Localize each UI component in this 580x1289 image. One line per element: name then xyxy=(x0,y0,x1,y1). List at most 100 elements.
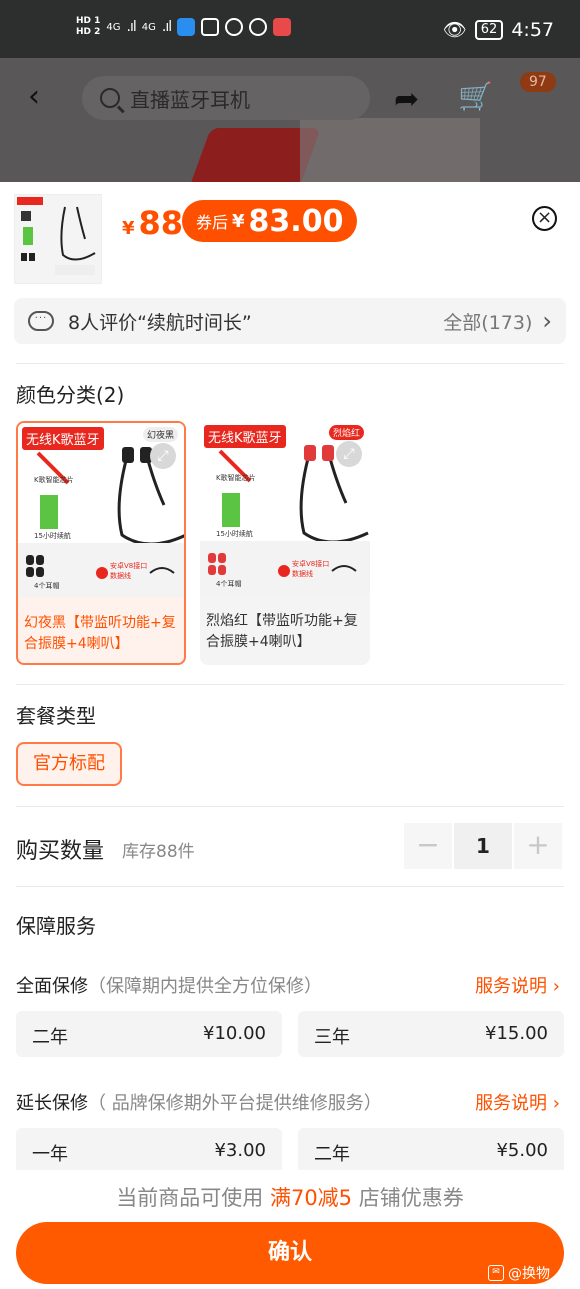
divider xyxy=(16,886,564,887)
quantity-stepper: − 1 + xyxy=(404,823,564,869)
thumbnail-graphic xyxy=(17,197,96,275)
share-icon[interactable]: ➦ xyxy=(394,82,419,117)
confirm-button[interactable]: 确认 xyxy=(16,1222,564,1284)
status-bar: HD 1 HD 2 4G .ıl 4G .ıl 👁 62 4:57 xyxy=(0,0,580,58)
price: ¥88 xyxy=(122,204,183,242)
price-value: 88 xyxy=(138,204,184,242)
cart-icon[interactable]: 🛒 xyxy=(458,80,493,113)
back-arrow-icon[interactable]: ‹ xyxy=(28,82,58,112)
option-name: 二年 xyxy=(314,1144,350,1165)
service-option[interactable]: 一年 ¥3.00 xyxy=(16,1128,282,1174)
service-desc: （ 品牌保修期外平台提供维修服务） xyxy=(88,1093,382,1114)
coupon-price-pill: 券后 ¥ 83.00 xyxy=(182,200,358,242)
watermark-text: @换物 xyxy=(508,1266,550,1282)
chevron-right-icon: › xyxy=(552,1093,560,1114)
service-info-link[interactable]: 服务说明 › xyxy=(475,1089,560,1115)
variant-caption: 幻夜黑【带监听功能+复合振膜+4喇叭】 xyxy=(24,615,176,652)
service-option[interactable]: 二年 ¥10.00 xyxy=(16,1011,282,1057)
coupon-note-pre: 当前商品可使用 xyxy=(116,1186,270,1210)
service-section-title: 保障服务 xyxy=(16,914,96,938)
variant-tag: 无线K歌蓝牙 xyxy=(22,427,104,450)
coupon-note-highlight: 满70减5 xyxy=(269,1186,353,1210)
status-left: HD 1 HD 2 4G .ıl 4G .ıl xyxy=(76,16,292,38)
coupon-price: 83.00 xyxy=(248,203,344,239)
alipay-icon xyxy=(201,18,220,36)
app-icon xyxy=(225,18,244,36)
divider xyxy=(16,363,564,364)
net2-label: 4G xyxy=(141,21,156,33)
mini-label-battery: 15小时续航 xyxy=(34,532,71,540)
coupon-note-post: 店铺优惠券 xyxy=(352,1186,464,1210)
divider xyxy=(16,806,564,807)
search-bar[interactable]: 直播蓝牙耳机 xyxy=(82,76,370,120)
cart-badge: 97 xyxy=(520,72,556,92)
app-notification-icon xyxy=(177,18,196,36)
option-name: 二年 xyxy=(32,1027,68,1048)
color-section-title: 颜色分类(2) xyxy=(16,383,125,407)
review-summary[interactable]: ··· 8人评价“续航时间长” 全部(173) › xyxy=(14,298,566,344)
option-price: ¥10.00 xyxy=(203,1023,266,1044)
variant-tag: 无线K歌蓝牙 xyxy=(204,425,286,448)
price-currency: ¥ xyxy=(122,218,135,239)
product-image-backdrop-2 xyxy=(300,118,480,182)
mini-label-chip: K歌智能芯片 xyxy=(34,476,74,484)
close-icon[interactable]: × xyxy=(532,206,557,231)
option-name: 一年 xyxy=(32,1144,68,1165)
increment-button[interactable]: + xyxy=(514,823,562,869)
eye-icon: 👁 xyxy=(442,19,467,41)
option-price: ¥15.00 xyxy=(485,1023,548,1044)
mini-label-chip: K歌智能芯片 xyxy=(216,474,256,482)
service-option[interactable]: 二年 ¥5.00 xyxy=(298,1128,564,1174)
sku-sheet: ¥88 券后 ¥ 83.00 × ··· 8人评价“续航时间长” 全部(173)… xyxy=(0,182,580,1289)
search-icon xyxy=(100,88,120,108)
product-thumbnail[interactable] xyxy=(14,194,102,284)
divider xyxy=(16,684,564,685)
package-section-title: 套餐类型 xyxy=(16,704,96,728)
app-icon-3 xyxy=(273,18,292,36)
review-text: 8人评价“续航时间长” xyxy=(68,311,252,334)
search-placeholder: 直播蓝牙耳机 xyxy=(130,87,250,112)
signal-icon: .ıl xyxy=(126,19,137,35)
service-name: 全面保修 xyxy=(16,976,88,997)
service-row-title: 全面保修（保障期内提供全方位保修） xyxy=(16,972,322,998)
expand-icon[interactable]: ⤢ xyxy=(336,441,362,467)
service-info-link[interactable]: 服务说明 › xyxy=(475,972,560,998)
coupon-currency: ¥ xyxy=(232,210,245,232)
watermark: ✉ @换物 xyxy=(488,1263,550,1283)
net1-label: 4G xyxy=(106,21,121,33)
variant-black[interactable]: 无线K歌蓝牙 幻夜黑 ⤢ K歌智能芯片 15小时续航 4个耳帽 安卓V8接口数据… xyxy=(16,421,186,665)
option-price: ¥5.00 xyxy=(496,1140,548,1161)
quantity-value[interactable]: 1 xyxy=(454,823,512,869)
variant-corner-label: 幻夜黑 xyxy=(142,427,178,442)
chevron-right-icon: › xyxy=(552,976,560,997)
option-name: 三年 xyxy=(314,1027,350,1048)
watermark-logo-icon: ✉ xyxy=(488,1265,504,1281)
service-link-label: 服务说明 xyxy=(475,1093,548,1114)
battery-icon: 62 xyxy=(474,19,504,40)
service-desc: （保障期内提供全方位保修） xyxy=(88,976,322,997)
variant-caption: 烈焰红【带监听功能+复合振膜+4喇叭】 xyxy=(206,613,358,650)
stock-label: 库存88件 xyxy=(122,842,195,862)
app-icon-2 xyxy=(249,18,268,36)
service-link-label: 服务说明 xyxy=(475,976,548,997)
expand-icon[interactable]: ⤢ xyxy=(150,443,176,469)
hd1-label: HD 1 xyxy=(76,16,101,26)
hd-indicator: HD 1 HD 2 xyxy=(76,16,100,38)
quantity-title: 购买数量 xyxy=(16,839,105,864)
option-price: ¥3.00 xyxy=(214,1140,266,1161)
variant-red[interactable]: 无线K歌蓝牙 烈焰红 ⤢ K歌智能芯片 15小时续航 4个耳帽 安卓V8接口数据… xyxy=(200,421,370,665)
review-all: 全部(173) xyxy=(443,311,533,334)
variant-corner-label: 烈焰红 xyxy=(328,425,364,440)
package-option-standard[interactable]: 官方标配 xyxy=(16,742,122,786)
service-option[interactable]: 三年 ¥15.00 xyxy=(298,1011,564,1057)
service-name: 延长保修 xyxy=(16,1093,88,1114)
clock: 4:57 xyxy=(511,18,554,41)
service-row-title: 延长保修（ 品牌保修期外平台提供维修服务） xyxy=(16,1089,382,1115)
signal-icon-2: .ıl xyxy=(161,19,172,35)
chevron-right-icon: › xyxy=(542,307,552,335)
comment-icon: ··· xyxy=(28,311,54,331)
decrement-button[interactable]: − xyxy=(404,823,452,869)
coupon-note: 当前商品可使用 满70减5 店铺优惠券 xyxy=(0,1182,580,1212)
mini-label-battery: 15小时续航 xyxy=(216,530,253,538)
mini-label-cable: 安卓V8接口数据线 xyxy=(110,562,148,580)
